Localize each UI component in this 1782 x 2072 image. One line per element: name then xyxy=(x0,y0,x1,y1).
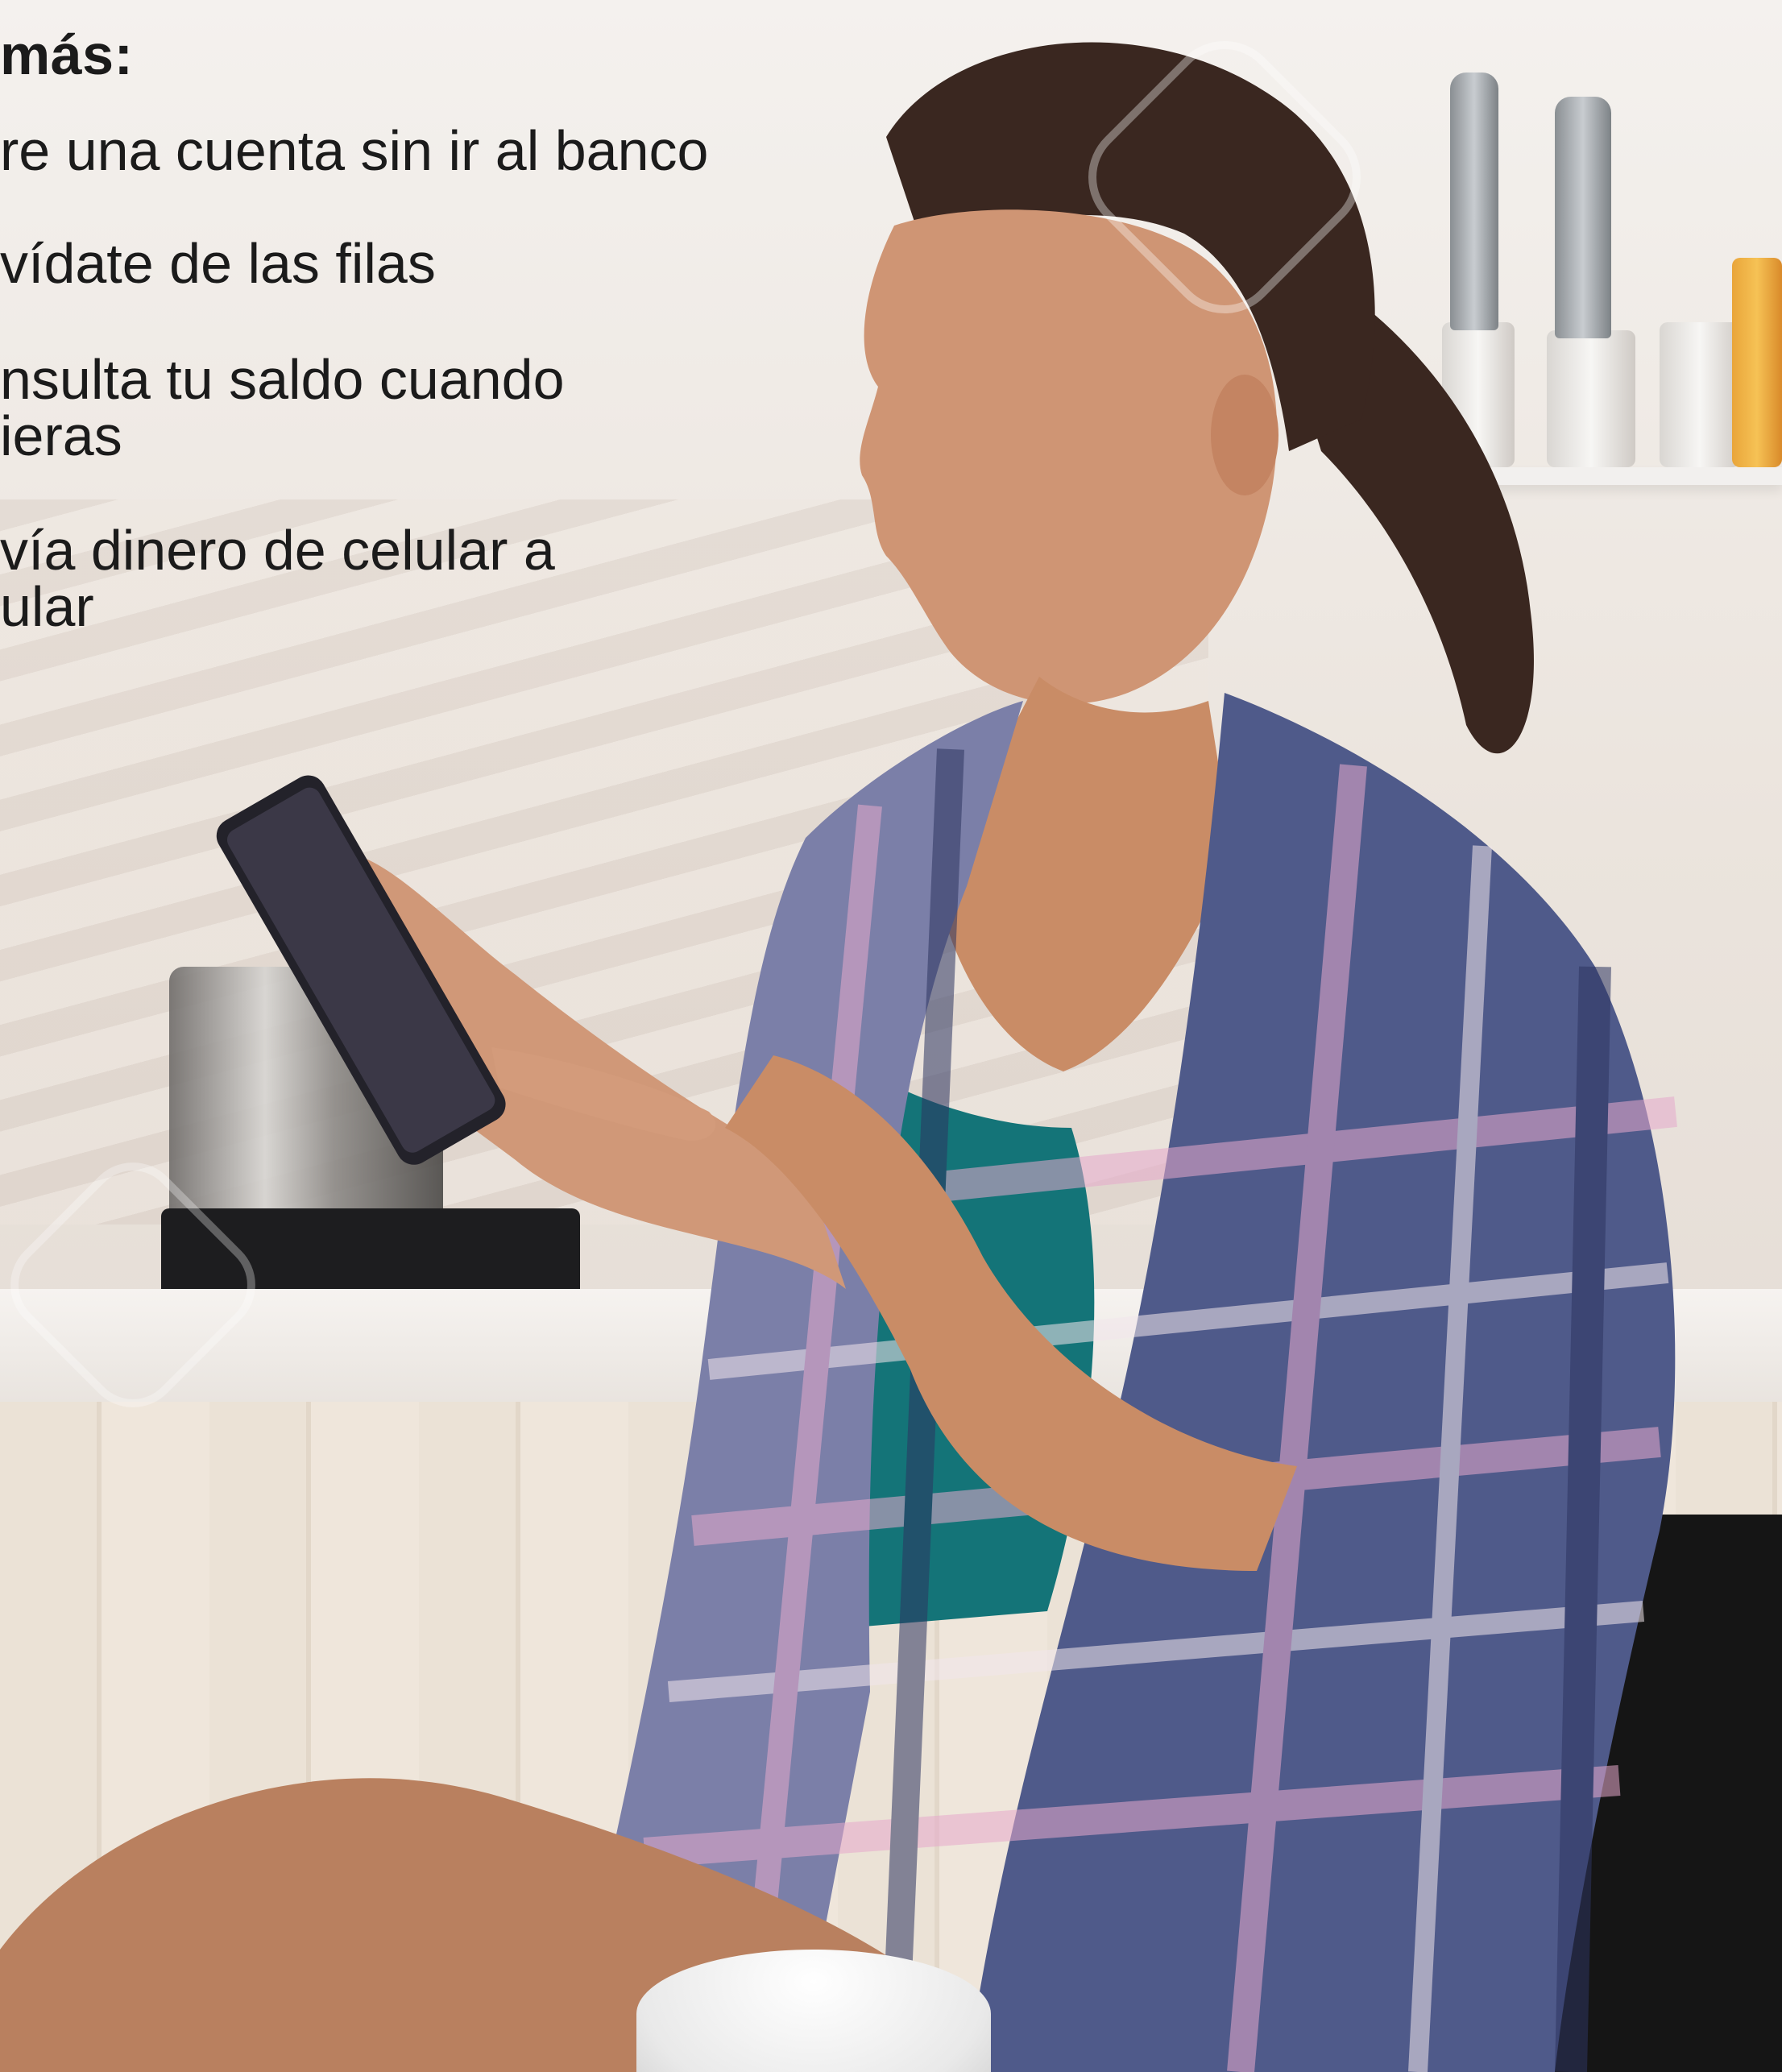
benefit-line: vía dinero de celular a xyxy=(0,519,555,582)
ad-page: más: re una cuenta sin ir al banco vídat… xyxy=(0,0,1782,2072)
ear xyxy=(1211,375,1278,495)
benefit-item-check-balance: nsulta tu saldo cuando ieras xyxy=(0,351,565,464)
benefit-line: nsulta tu saldo cuando xyxy=(0,348,565,411)
benefit-line: vídate de las filas xyxy=(0,232,436,295)
benefit-item-open-account: re una cuenta sin ir al banco xyxy=(0,122,708,179)
benefit-line: ular xyxy=(0,575,94,638)
coffee-cup xyxy=(636,1950,991,2072)
benefits-heading: más: xyxy=(0,23,134,86)
benefit-item-send-money: vía dinero de celular a ular xyxy=(0,522,555,635)
benefit-line: re una cuenta sin ir al banco xyxy=(0,119,709,182)
benefit-line: ieras xyxy=(0,404,122,467)
benefit-item-no-lines: vídate de las filas xyxy=(0,235,436,292)
woman-with-phone xyxy=(0,42,1677,2072)
